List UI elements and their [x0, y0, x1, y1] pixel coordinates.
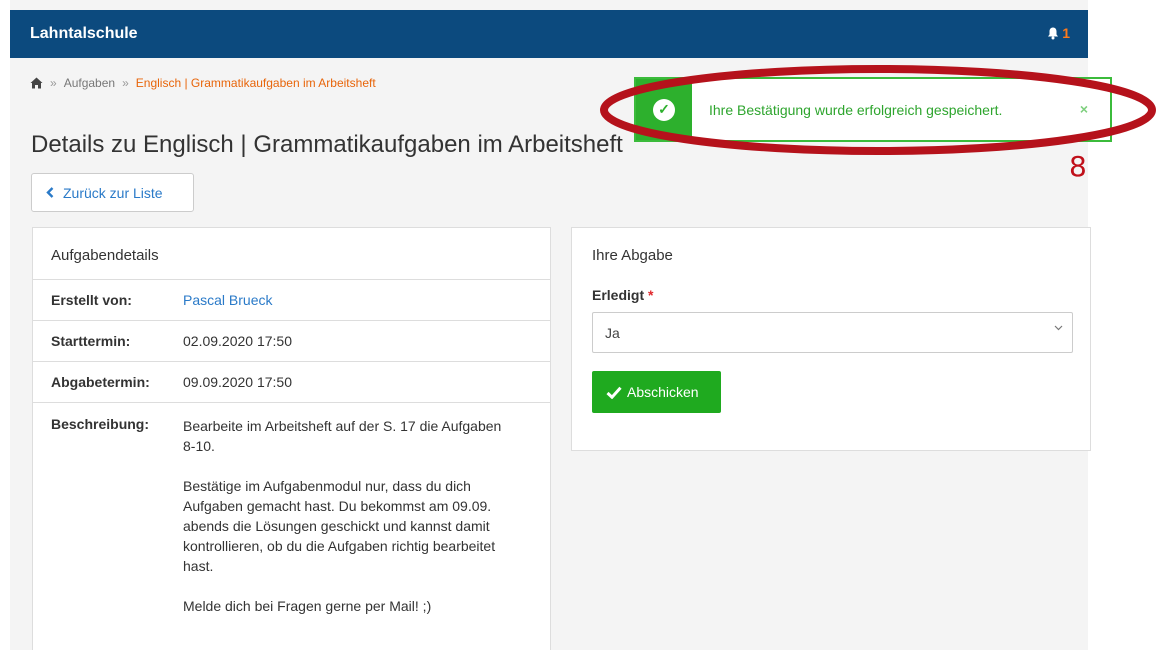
breadcrumb-aufgaben[interactable]: Aufgaben [64, 76, 115, 90]
detail-label: Abgabetermin: [51, 374, 150, 390]
brand-name[interactable]: Lahntalschule [30, 25, 138, 43]
chevron-down-icon [1054, 325, 1063, 331]
required-marker: * [648, 287, 654, 303]
breadcrumb-current[interactable]: Englisch | Grammatikaufgaben im Arbeitsh… [136, 76, 376, 90]
annotation-number: 8 [1069, 150, 1087, 183]
detail-label: Starttermin: [51, 333, 131, 349]
task-details-panel: Aufgabendetails Erstellt von: Pascal Bru… [32, 227, 551, 650]
done-field-label: Erledigt * [592, 287, 653, 303]
description-paragraph: Bearbeite im Arbeitsheft auf der S. 17 d… [183, 418, 502, 454]
detail-label: Beschreibung: [51, 416, 150, 432]
top-navbar: Lahntalschule 1 [10, 10, 1088, 58]
submit-label: Abschicken [627, 384, 699, 400]
bell-icon [1048, 27, 1059, 39]
back-label: Zurück zur Liste [63, 184, 163, 201]
panel-heading: Aufgabendetails [33, 228, 550, 280]
panel-heading: Ihre Abgabe [592, 247, 673, 264]
description: Bearbeite im Arbeitsheft auf der S. 17 d… [183, 416, 550, 636]
start-date: 02.09.2020 17:50 [183, 333, 292, 349]
breadcrumb: » Aufgaben » Englisch | Grammatikaufgabe… [30, 76, 376, 90]
submit-button[interactable]: Abschicken [592, 371, 721, 413]
detail-row: Erstellt von: Pascal Brueck [33, 280, 550, 321]
chevron-left-icon [46, 187, 54, 198]
notifications-button[interactable]: 1 [1047, 25, 1070, 41]
annotation-ellipse [600, 65, 1156, 155]
done-select[interactable]: Ja [592, 312, 1073, 353]
detail-row: Beschreibung: Bearbeite im Arbeitsheft a… [33, 403, 550, 636]
description-paragraph: Melde dich bei Fragen gerne per Mail! ;) [183, 598, 432, 614]
back-to-list-button[interactable]: Zurück zur Liste [31, 173, 194, 212]
detail-row: Starttermin: 02.09.2020 17:50 [33, 321, 550, 362]
field-label-text: Erledigt [592, 287, 645, 303]
selected-value: Ja [605, 324, 620, 341]
detail-label: Erstellt von: [51, 292, 132, 308]
detail-row: Abgabetermin: 09.09.2020 17:50 [33, 362, 550, 403]
due-date: 09.09.2020 17:50 [183, 374, 292, 390]
submission-panel: Ihre Abgabe Erledigt * Ja Abschicken [571, 227, 1091, 451]
creator-link[interactable]: Pascal Brueck [183, 292, 550, 320]
breadcrumb-separator: » [122, 76, 129, 90]
description-paragraph: Bestätige im Aufgabenmodul nur, dass du … [183, 478, 496, 574]
checkmark-icon [606, 386, 622, 399]
page-title: Details zu Englisch | Grammatikaufgaben … [31, 131, 623, 158]
breadcrumb-separator: » [50, 76, 57, 90]
notification-count: 1 [1062, 25, 1070, 41]
home-icon[interactable] [30, 77, 43, 89]
